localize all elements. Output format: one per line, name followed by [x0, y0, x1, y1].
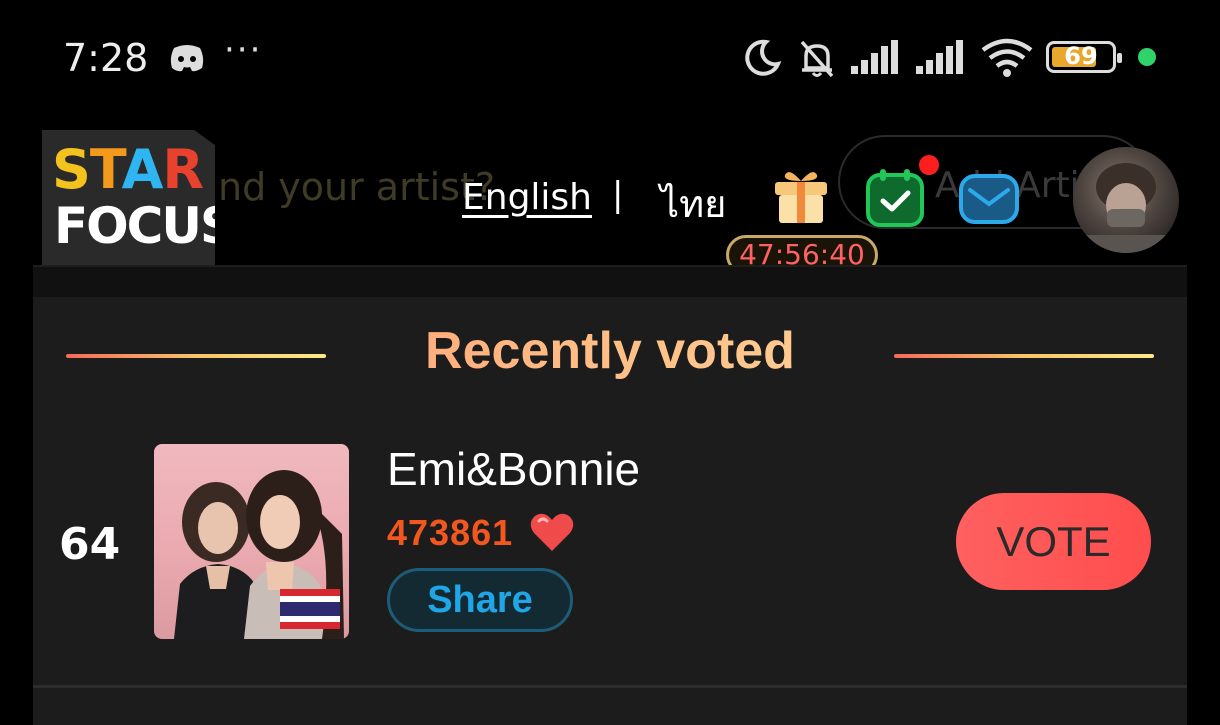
battery-level: 69: [1064, 42, 1098, 70]
wifi-icon: [981, 38, 1033, 77]
more-notifications-icon: ···: [224, 30, 263, 70]
star-focus-logo[interactable]: STAR FOCUS: [42, 130, 215, 268]
section-title: Recently voted: [33, 321, 1187, 381]
app-header: nd your artist? STAR FOCUS English | ไทย…: [0, 115, 1220, 275]
status-time: 7:28: [63, 36, 149, 80]
title-rule-right: [894, 354, 1154, 358]
battery-icon: 69: [1046, 41, 1122, 73]
notification-dot: [919, 155, 939, 175]
mail-icon[interactable]: [958, 170, 1020, 228]
search-placeholder[interactable]: nd your artist?: [218, 165, 495, 209]
moon-icon: [745, 39, 782, 76]
signal-icon-2: [916, 40, 963, 74]
bell-off-icon: [800, 40, 834, 78]
language-separator: |: [612, 175, 624, 215]
discord-icon: [170, 45, 204, 72]
rank-number: 64: [59, 519, 121, 570]
gift-icon[interactable]: [771, 167, 831, 227]
heart-icon: [530, 513, 574, 551]
active-indicator-dot: [1138, 48, 1156, 66]
vote-button[interactable]: VOTE: [956, 493, 1151, 590]
thai-flag-icon: [280, 589, 340, 629]
panel-header-strip: [33, 265, 1187, 297]
status-bar: 7:28 ··· 69: [0, 0, 1220, 115]
signal-icon: [851, 40, 898, 74]
row-divider: [33, 685, 1187, 688]
artist-name: Emi&Bonnie: [387, 443, 641, 495]
language-english-link[interactable]: English: [462, 177, 592, 218]
recently-voted-panel: Recently voted 64 Emi&Bonnie 473861 Shar…: [33, 297, 1187, 725]
language-thai-link[interactable]: ไทย: [660, 173, 726, 234]
vote-count: 473861: [387, 512, 514, 553]
calendar-check-icon[interactable]: [864, 167, 926, 229]
user-avatar[interactable]: [1073, 147, 1179, 253]
share-button[interactable]: Share: [387, 568, 573, 632]
